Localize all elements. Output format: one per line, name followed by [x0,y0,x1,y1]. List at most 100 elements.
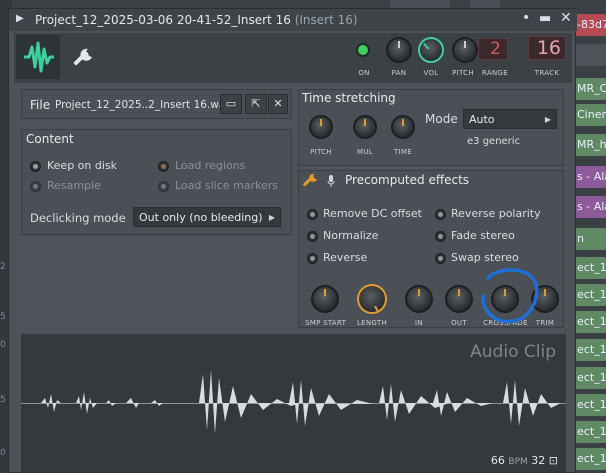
ts-time-label: TIME [393,148,412,156]
clip-item[interactable]: -83d7 [573,14,606,36]
load-slice-markers-label: Load slice markers [175,179,279,192]
reverse-radio[interactable] [307,253,318,264]
clip-item[interactable]: Cinema [573,104,606,126]
reverse-polarity-radio[interactable] [435,209,446,220]
dropdown-arrow-icon: ▶ [544,115,551,124]
fade-stereo-radio[interactable] [435,231,446,242]
minimize-icon[interactable]: ▬ [539,11,551,26]
precomputed-title: Precomputed effects [345,173,470,187]
content-panel: Content Keep on disk Load regions Resamp… [21,129,292,235]
bg-number: 0 [0,340,6,350]
clip-item[interactable]: ect_12 [573,257,606,279]
window-title-text: Project_12_2025-03-06 20-41-52_Insert 16 [35,13,291,27]
precomputed-panel: Precomputed effects Remove DC offset Rev… [298,170,564,328]
mode-dropdown[interactable]: Auto ▶ [463,109,557,129]
locate-file-button[interactable]: ⇱ [245,94,267,114]
content-title: Content [26,132,74,146]
load-regions-radio[interactable] [158,161,169,172]
smp-start-knob[interactable] [311,285,339,313]
file-name[interactable]: Project_12_2025..2_Insert 16.wav [55,99,232,111]
pan-label: PAN [391,69,407,77]
pitch-knob[interactable] [452,37,478,63]
pan-knob[interactable] [386,37,412,63]
range-label: RANGE [482,69,508,77]
normalize-radio[interactable] [307,231,318,242]
smp-start-label: SMP START [305,319,347,327]
locate-icon: ⇱ [251,97,261,110]
annotation-circle [481,268,539,324]
remove-file-button[interactable]: ✕ [268,94,288,114]
track-label: TRACK [534,69,560,77]
window-title-insert: (Insert 16) [294,13,358,27]
remove-dc-radio[interactable] [307,209,318,220]
length-knob[interactable] [357,284,387,314]
load-regions-label: Load regions [175,159,246,172]
window-menu-icon[interactable]: ▶ [16,13,24,24]
mic-icon[interactable] [326,174,336,188]
out-label: OUT [451,319,467,327]
close-icon[interactable]: ✕ [560,10,572,26]
clip-item[interactable] [573,44,606,66]
keep-on-disk-label: Keep on disk [47,159,118,172]
declicking-dropdown[interactable]: Out only (no bleeding) ▶ [133,207,281,227]
loop-icon[interactable]: ⊡ [549,454,558,467]
remove-dc-label: Remove DC offset [323,207,422,220]
resample-radio[interactable] [30,181,41,192]
ts-pitch-knob[interactable] [309,115,333,139]
waveform-display[interactable]: Audio Clip 66 BPM 32 ⊡ [21,334,566,472]
header-controls: ON PAN VOL PITCH 2 RANGE 16 TRACK [14,33,572,83]
in-label: IN [415,319,423,327]
clip-item[interactable]: ect_12 [573,311,606,333]
swap-stereo-radio[interactable] [435,253,446,264]
clip-item[interactable]: ect_12 [573,367,606,389]
bg-toolbar [470,0,500,8]
on-led[interactable] [356,43,370,57]
range-display[interactable]: 2 [478,38,508,60]
dropdown-arrow-icon: ▶ [268,213,275,222]
load-slice-markers-radio[interactable] [158,181,169,192]
window-title: Project_12_2025-03-06 20-41-52_Insert 16… [35,13,358,27]
waveform-logo[interactable] [16,35,60,79]
file-row: File Project_12_2025..2_Insert 16.wav ▭ … [21,89,292,119]
playlist-clips: -83d7 MR_Cin Cinema MR_hil s - Ala s - A… [573,0,606,473]
mode-label: Mode [425,112,458,126]
ts-mul-knob[interactable] [353,115,377,139]
clip-item[interactable]: n [573,228,606,250]
open-folder-button[interactable]: ▭ [220,94,242,114]
clip-item[interactable]: MR_hil [573,134,606,156]
declicking-value: Out only (no bleeding) [139,211,263,224]
bg-toolbar [390,0,450,8]
clip-item[interactable]: s - Ala [573,166,606,188]
ts-pitch-label: PITCH [310,148,332,156]
bpm-readout[interactable]: 66 BPM 32 ⊡ [491,454,558,467]
ts-time-knob[interactable] [391,115,415,139]
wrench-icon[interactable] [70,45,96,71]
fade-stereo-label: Fade stereo [451,229,515,242]
bg-number: 5 [0,395,6,405]
bpm-value: 66 [490,454,505,467]
clip-item[interactable]: s - Ala [573,196,606,218]
keep-on-disk-radio[interactable] [30,161,41,172]
length-label: LENGTH [356,319,388,327]
out-knob[interactable] [445,285,473,313]
clip-item[interactable]: ect_12 [573,339,606,361]
in-knob[interactable] [405,285,433,313]
clip-item[interactable]: ect_12 [573,421,606,443]
time-stretching-title: Time stretching [302,91,396,105]
close-icon: ✕ [273,97,283,110]
wrench-icon[interactable] [302,173,318,189]
clip-item[interactable]: ect_12 [573,448,606,470]
clip-item[interactable]: MR_Cin [573,78,606,100]
time-stretching-panel: Time stretching PITCH MUL TIME Mode Auto… [298,89,564,166]
vol-knob[interactable] [418,37,444,63]
beats-value: 32 [531,454,546,467]
clip-item[interactable]: ect_12 [573,394,606,416]
clip-item[interactable]: ect_12 [573,284,606,306]
swap-stereo-label: Swap stereo [451,251,519,264]
title-bar[interactable]: ▶ Project_12_2025-03-06 20-41-52_Insert … [9,9,577,31]
menu-dot-icon[interactable]: • [522,10,530,26]
track-display[interactable]: 16 [528,36,566,60]
bg-number: 2 [0,262,6,272]
waveform-logo-icon [24,41,54,73]
ts-mul-label: MUL [357,148,373,156]
